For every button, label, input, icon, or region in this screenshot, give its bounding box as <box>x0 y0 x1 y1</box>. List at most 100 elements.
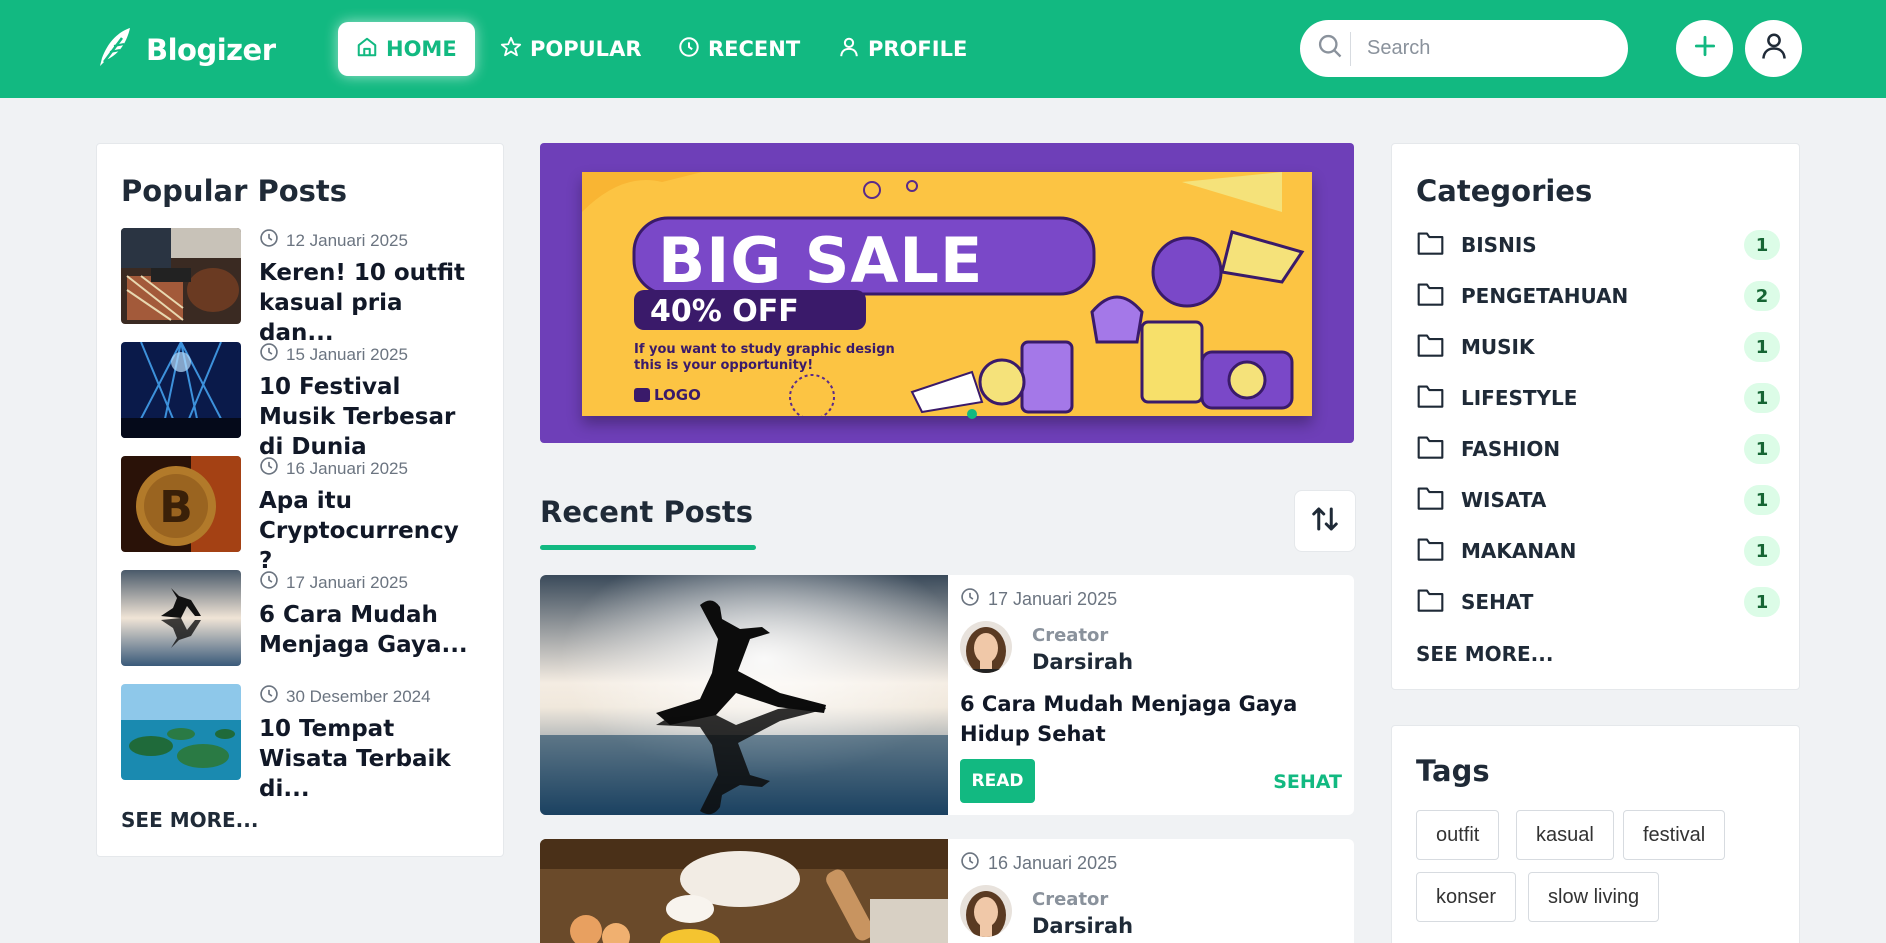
post-date-text: 16 Januari 2025 <box>988 853 1118 873</box>
category-name: PENGETAHUAN <box>1461 284 1629 308</box>
folder-icon <box>1416 383 1445 414</box>
tag-chip[interactable]: slow living <box>1528 872 1660 922</box>
post-title[interactable]: 10 Festival Musik Terbesar di Dunia <box>259 372 469 462</box>
nav-popular[interactable]: POPULAR <box>482 22 660 76</box>
category-item-lifestyle[interactable]: LIFESTYLE 1 <box>1416 381 1780 415</box>
search-divider <box>1350 31 1351 66</box>
post-category-link[interactable]: SEHAT <box>1273 771 1342 793</box>
carousel-indicator[interactable] <box>967 409 977 419</box>
recent-post-card[interactable]: 17 Januari 2025 Creator Darsirah 6 Cara … <box>540 575 1354 815</box>
post-date-text: 12 Januari 2025 <box>286 230 408 250</box>
tag-chip[interactable]: kasual <box>1516 810 1614 860</box>
home-icon <box>356 36 378 63</box>
tag-chip[interactable]: outfit <box>1416 810 1500 860</box>
post-date: 15 Januari 2025 <box>259 342 408 367</box>
folder-icon <box>1416 230 1445 261</box>
tags-panel: Tags outfit kasual festival konser slow … <box>1391 725 1800 943</box>
popular-post-item[interactable]: 17 Januari 2025 6 Cara Mudah Menjaga Gay… <box>121 570 491 666</box>
popular-see-more-link[interactable]: SEE MORE... <box>121 808 258 832</box>
nav-recent[interactable]: RECENT <box>660 22 818 76</box>
recent-post-card[interactable]: 16 Januari 2025 Creator Darsirah <box>540 839 1354 943</box>
folder-icon <box>1416 485 1445 516</box>
creator-name[interactable]: Darsirah <box>1032 914 1133 938</box>
popular-post-item[interactable]: 12 Januari 2025 Keren! 10 outfit kasual … <box>121 228 491 346</box>
post-thumbnail <box>121 342 241 438</box>
folder-icon <box>1416 536 1445 567</box>
banner-discount: 40% OFF <box>650 294 799 329</box>
clock-icon <box>678 36 700 63</box>
popular-posts-title: Popular Posts <box>121 174 348 208</box>
creator-label: Creator <box>1032 889 1109 910</box>
folder-icon <box>1416 434 1445 465</box>
category-count-badge: 1 <box>1744 587 1780 617</box>
category-item-wisata[interactable]: WISATA 1 <box>1416 483 1780 517</box>
category-name: FASHION <box>1461 437 1561 461</box>
nav-popular-label: POPULAR <box>530 37 642 61</box>
post-image <box>540 575 948 815</box>
category-count-badge: 1 <box>1744 383 1780 413</box>
post-date-text: 17 Januari 2025 <box>286 572 408 592</box>
category-item-makanan[interactable]: MAKANAN 1 <box>1416 534 1780 568</box>
post-date-text: 30 Desember 2024 <box>286 686 431 706</box>
post-title[interactable]: Apa itu Cryptocurrency ? <box>259 486 469 576</box>
brand-logo[interactable]: Blogizer <box>96 26 276 73</box>
clock-icon <box>259 456 279 481</box>
post-date-text: 16 Januari 2025 <box>286 458 408 478</box>
read-button[interactable]: READ <box>960 759 1035 803</box>
account-button[interactable] <box>1745 20 1802 77</box>
search-input[interactable] <box>1367 37 1587 60</box>
plus-icon <box>1692 33 1718 64</box>
category-item-pengetahuan[interactable]: PENGETAHUAN 2 <box>1416 279 1780 313</box>
category-name: MAKANAN <box>1461 539 1577 563</box>
feather-pen-icon <box>96 26 134 73</box>
creator-name[interactable]: Darsirah <box>1032 650 1133 674</box>
post-date: 12 Januari 2025 <box>259 228 408 253</box>
search-icon[interactable] <box>1316 32 1344 65</box>
add-post-button[interactable] <box>1676 20 1733 77</box>
post-date: 17 Januari 2025 <box>960 587 1117 612</box>
nav-profile[interactable]: PROFILE <box>820 22 985 76</box>
tag-chip[interactable]: konser <box>1416 872 1517 922</box>
banner-tagline-1: If you want to study graphic design <box>634 342 895 357</box>
banner-headline: BIG SALE <box>658 224 984 297</box>
category-name: MUSIK <box>1461 335 1535 359</box>
post-date: 16 Januari 2025 <box>960 851 1117 876</box>
folder-icon <box>1416 332 1445 363</box>
category-item-musik[interactable]: MUSIK 1 <box>1416 330 1780 364</box>
category-count-badge: 1 <box>1744 332 1780 362</box>
post-date-text: 17 Januari 2025 <box>988 589 1118 609</box>
popular-post-item[interactable]: 15 Januari 2025 10 Festival Musik Terbes… <box>121 342 491 460</box>
post-thumbnail <box>121 228 241 324</box>
creator-label: Creator <box>1032 625 1109 646</box>
category-item-fashion[interactable]: FASHION 1 <box>1416 432 1780 466</box>
post-date: 16 Januari 2025 <box>259 456 408 481</box>
creator-avatar[interactable] <box>960 621 1012 673</box>
clock-icon <box>259 570 279 595</box>
post-title[interactable]: 6 Cara Mudah Menjaga Gaya Hidup Sehat <box>960 689 1340 749</box>
nav-profile-label: PROFILE <box>868 37 968 61</box>
clock-icon <box>259 684 279 709</box>
category-name: SEHAT <box>1461 590 1534 614</box>
post-thumbnail <box>121 684 241 780</box>
popular-post-item[interactable]: 30 Desember 2024 10 Tempat Wisata Terbai… <box>121 684 491 802</box>
creator-avatar[interactable] <box>960 885 1012 937</box>
categories-see-more-link[interactable]: SEE MORE... <box>1416 642 1553 666</box>
navbar: Blogizer HOME POPULAR RECENT PROFILE <box>0 0 1886 98</box>
tag-chip[interactable]: festival <box>1623 810 1726 860</box>
post-title[interactable]: 10 Tempat Wisata Terbaik di... <box>259 714 469 804</box>
nav-home[interactable]: HOME <box>338 22 475 76</box>
post-title[interactable]: Keren! 10 outfit kasual pria dan... <box>259 258 469 348</box>
sort-button[interactable] <box>1294 490 1356 552</box>
search-box <box>1300 20 1628 77</box>
category-item-bisnis[interactable]: BISNIS 1 <box>1416 228 1780 262</box>
category-item-sehat[interactable]: SEHAT 1 <box>1416 585 1780 619</box>
post-title[interactable]: 6 Cara Mudah Menjaga Gaya... <box>259 600 469 660</box>
popular-posts-panel: Popular Posts 12 Januari 2025 Keren! 10 … <box>96 143 504 857</box>
post-date: 30 Desember 2024 <box>259 684 431 709</box>
category-count-badge: 1 <box>1744 485 1780 515</box>
promo-banner[interactable]: BIG SALE 40% OFF If you want to study gr… <box>540 143 1354 443</box>
nav-recent-label: RECENT <box>708 37 801 61</box>
popular-post-item[interactable]: B 16 Januari 2025 Apa itu Cryptocurrency… <box>121 456 491 574</box>
category-count-badge: 2 <box>1744 281 1780 311</box>
post-thumbnail: B <box>121 456 241 552</box>
